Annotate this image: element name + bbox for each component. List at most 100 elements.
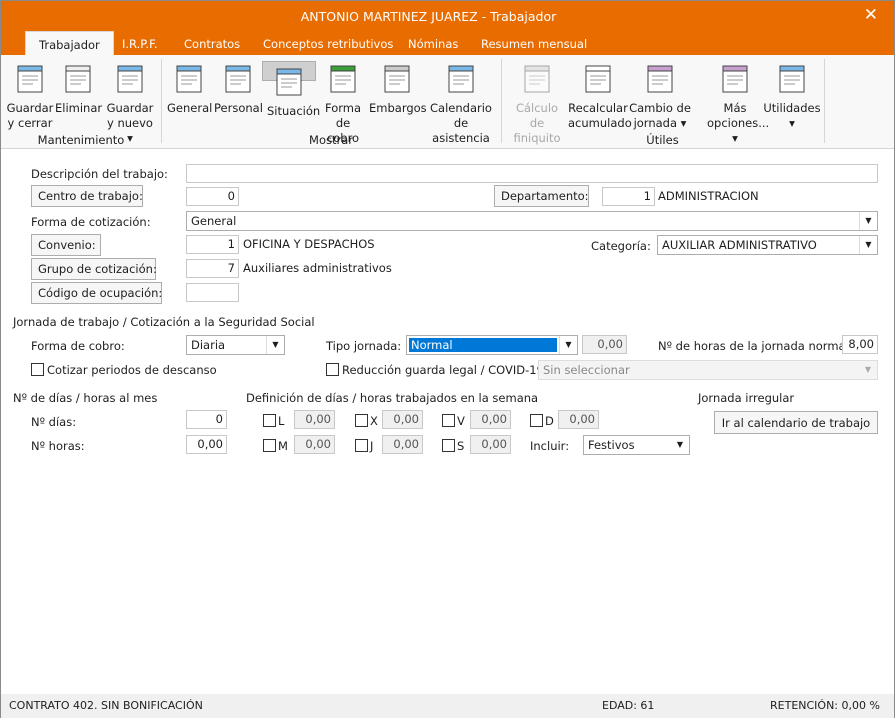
ribbon-button-delete[interactable]: Eliminar (55, 61, 103, 129)
ribbon-button-save-new[interactable]: Guardar y nuevo ▾ (105, 61, 155, 145)
cotizacion-value: General (191, 214, 237, 228)
day-hours-input: 0,00 (558, 410, 599, 429)
codigo-ocupacion-button[interactable]: Código de ocupación: (31, 282, 162, 304)
categoria-value: AUXILIAR ADMINISTRATIVO (662, 238, 817, 252)
ribbon-button-general[interactable]: General (167, 61, 212, 129)
grupo-cotizacion-input[interactable]: 7 (186, 259, 239, 278)
ribbon-button-situacion[interactable]: Situación (262, 61, 320, 118)
day-checkbox-M[interactable] (263, 439, 276, 452)
tab-irpf[interactable]: I.R.P.F. (122, 37, 158, 51)
ribbon-button-label: Eliminar (55, 101, 103, 115)
ribbon-button-calculator-doc: Cálculo de finiquito (507, 61, 567, 145)
reduccion-select: Sin seleccionar ▼ (538, 360, 878, 380)
grupo-cotizacion-button[interactable]: Grupo de cotización: (31, 258, 157, 280)
payment-icon (330, 65, 356, 93)
day-checkbox-S[interactable] (442, 439, 455, 452)
day-checkbox-D[interactable] (530, 414, 543, 427)
day-checkbox-X[interactable] (355, 414, 368, 427)
window-title: ANTONIO MARTINEZ JUAREZ - Trabajador (300, 9, 557, 24)
ribbon-button-calendar[interactable]: Calendario de asistencia (427, 61, 495, 145)
day-label: D (545, 414, 554, 428)
cotizacion-select[interactable]: General ▼ (186, 211, 878, 231)
day-checkbox-L[interactable] (263, 414, 276, 427)
situacion-icon (276, 68, 302, 96)
day-hours-input: 0,00 (470, 410, 511, 429)
more-options-icon (722, 65, 748, 93)
ribbon-button-change-schedule[interactable]: Cambio de jornada ▾ (629, 61, 691, 130)
convenio-name: OFICINA Y DESPACHOS (243, 237, 375, 251)
divider (501, 59, 502, 143)
departamento-button[interactable]: Departamento: (494, 185, 589, 207)
ribbon-button-label: de asistencia (432, 116, 490, 145)
categoria-select[interactable]: AUXILIAR ADMINISTRATIVO ▼ (657, 235, 878, 255)
ribbon-button-label: opciones... ▾ (707, 116, 770, 145)
reduccion-checkbox[interactable] (326, 363, 339, 376)
day-hours-input: 0,00 (382, 435, 423, 454)
ribbon-button-label: Recalcular (568, 101, 628, 115)
calculator-doc-icon (524, 65, 550, 93)
dias-input[interactable]: 0 (186, 410, 227, 429)
ribbon-button-label: Calendario (430, 101, 492, 115)
cotizar-descanso-checkbox[interactable] (31, 363, 44, 376)
forma-cobro-select[interactable]: Diaria ▼ (186, 335, 285, 355)
horas-label: Nº horas: (31, 439, 85, 453)
ribbon-button-sigma[interactable]: Recalcular acumulado (568, 61, 632, 130)
day-checkbox-J[interactable] (355, 439, 368, 452)
categoria-label: Categoría: (591, 239, 651, 253)
ribbon-button-personal[interactable]: Personal (214, 61, 263, 129)
ribbon-button-label: Cálculo de (515, 101, 559, 130)
divider (824, 59, 825, 143)
tab-conceptos[interactable]: Conceptos retributivos (263, 37, 393, 51)
ribbon-button-embargos[interactable]: Embargos (369, 61, 427, 129)
tab-trabajador[interactable]: Trabajador (25, 31, 114, 56)
centro-trabajo-button[interactable]: Centro de trabajo: (31, 185, 143, 207)
chevron-down-icon: ▼ (859, 212, 877, 230)
descripcion-label: Descripción del trabajo: (31, 167, 168, 181)
day-label: V (457, 414, 465, 428)
irregular-section-title: Jornada irregular (698, 391, 795, 405)
departamento-name: ADMINISTRACION (658, 189, 759, 203)
departamento-input[interactable]: 1 (602, 187, 655, 206)
ribbon-button-payment[interactable]: Forma de cobro (319, 61, 367, 145)
ribbon-button-more-options[interactable]: Más opciones... ▾ (707, 61, 769, 145)
tab-nominas[interactable]: Nóminas (408, 37, 458, 51)
general-icon (176, 65, 202, 93)
ribbon-button-label: de cobro (326, 116, 360, 145)
descripcion-input[interactable] (186, 164, 878, 183)
codigo-ocupacion-input[interactable] (186, 283, 239, 302)
grupo-cotizacion-name: Auxiliares administrativos (243, 261, 392, 275)
tipo-jornada-select[interactable]: Normal ▼ (406, 335, 578, 355)
chevron-down-icon: ▼ (859, 236, 877, 254)
tipo-jornada-label: Tipo jornada: (326, 339, 402, 353)
ribbon-button-label: acumulado (568, 116, 632, 130)
forma-cobro-label: Forma de cobro: (31, 339, 125, 353)
day-label: X (370, 414, 378, 428)
ribbon-button-calculator[interactable]: Utilidades ▾ (763, 61, 821, 130)
ribbon-button-label: Forma (324, 101, 362, 115)
semana-section-title: Definición de días / horas trabajados en… (246, 391, 539, 405)
convenio-button[interactable]: Convenio: (31, 234, 101, 256)
personal-icon (225, 65, 250, 93)
tab-contratos[interactable]: Contratos (184, 37, 240, 51)
chevron-down-icon: ▼ (864, 365, 872, 374)
day-checkbox-V[interactable] (442, 414, 455, 427)
day-hours-input: 0,00 (382, 410, 423, 429)
ribbon-button-label: jornada ▾ (633, 116, 687, 130)
horas-input[interactable]: 0,00 (186, 435, 227, 454)
ir-calendario-button[interactable]: Ir al calendario de trabajo (714, 411, 878, 434)
ribbon: Mantenimiento Mostrar Útiles Guardar y ce… (1, 55, 894, 149)
centro-trabajo-input[interactable]: 0 (186, 187, 239, 206)
convenio-input[interactable]: 1 (186, 235, 239, 254)
tipo-jornada-value: Normal (409, 338, 557, 352)
ribbon-button-label: Personal (214, 101, 263, 115)
ribbon-button-save-close[interactable]: Guardar y cerrar (5, 61, 55, 130)
horas-normal-label: Nº de horas de la jornada normal: (658, 339, 853, 353)
day-hours-input: 0,00 (294, 410, 335, 429)
forma-cobro-value: Diaria (191, 338, 226, 352)
close-icon[interactable]: ✕ (864, 5, 878, 25)
ribbon-button-label: y cerrar (7, 116, 53, 130)
mes-section-title: Nº de días / horas al mes (13, 391, 158, 405)
tab-resumen[interactable]: Resumen mensual (481, 37, 587, 51)
incluir-select[interactable]: Festivos ▼ (583, 435, 690, 455)
horas-normal-input[interactable]: 8,00 (842, 335, 878, 354)
